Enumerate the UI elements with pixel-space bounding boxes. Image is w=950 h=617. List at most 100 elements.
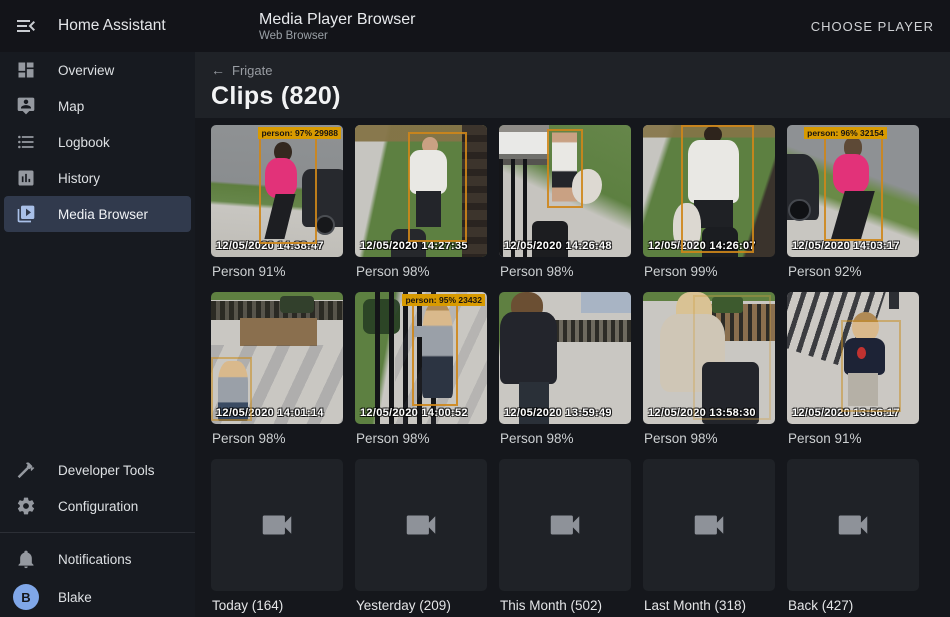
clips-grid: person: 97% 29988 12/05/2020 14:38:47 Pe… [195, 118, 950, 614]
clip-thumbnail[interactable]: 12/05/2020 14:01:14 [211, 292, 343, 424]
folder-thumbnail[interactable] [355, 459, 487, 591]
clip-tile[interactable]: 12/05/2020 14:26:07 Person 99% [643, 125, 775, 280]
clip-timestamp: 12/05/2020 14:26:48 [504, 240, 612, 252]
detection-bbox [412, 297, 458, 405]
clip-thumbnail[interactable]: 12/05/2020 14:27:35 [355, 125, 487, 257]
folder-tile-this-month[interactable]: This Month (502) [499, 459, 631, 614]
detection-bbox [681, 125, 754, 253]
folder-label: Today (164) [212, 598, 343, 614]
folder-tile-today[interactable]: Today (164) [211, 459, 343, 614]
clip-thumbnail[interactable]: person: 95% 23432 12/05/2020 14:00:52 [355, 292, 487, 424]
clip-tile[interactable]: 12/05/2020 13:58:30 Person 98% [643, 292, 775, 447]
folder-label: Last Month (318) [644, 598, 775, 614]
sidebar-item-label: History [58, 171, 100, 186]
clip-thumbnail[interactable]: 12/05/2020 13:59:49 [499, 292, 631, 424]
top-app-bar: Home Assistant Media Player Browser Web … [0, 0, 950, 52]
clip-label: Person 98% [356, 264, 487, 280]
folder-tile-last-month[interactable]: Last Month (318) [643, 459, 775, 614]
clip-thumbnail-art [787, 292, 919, 424]
clip-tile[interactable]: 12/05/2020 13:59:49 Person 98% [499, 292, 631, 447]
breadcrumb-back[interactable]: ← Frigate [211, 62, 272, 78]
sidebar-item-label: Media Browser [58, 207, 148, 222]
clip-thumbnail[interactable]: 12/05/2020 13:56:17 [787, 292, 919, 424]
clip-timestamp: 12/05/2020 14:00:52 [360, 407, 468, 419]
media-browser-header: ← Frigate Clips (820) [195, 52, 950, 118]
folder-thumbnail[interactable] [787, 459, 919, 591]
video-camera-icon [690, 506, 728, 544]
clip-thumbnail-art [643, 292, 775, 424]
clip-tile[interactable]: 12/05/2020 14:27:35 Person 98% [355, 125, 487, 280]
clip-thumbnail[interactable]: 12/05/2020 14:26:48 [499, 125, 631, 257]
detection-bbox [693, 295, 771, 420]
clip-thumbnail[interactable]: person: 97% 29988 12/05/2020 14:38:47 [211, 125, 343, 257]
clip-tile[interactable]: person: 97% 29988 12/05/2020 14:38:47 Pe… [211, 125, 343, 280]
detection-chip: person: 97% 29988 [258, 127, 341, 139]
detection-chip: person: 96% 32154 [804, 127, 887, 139]
menu-open-icon [14, 14, 38, 38]
sidebar-spacer [0, 232, 195, 452]
sidebar-item-configuration[interactable]: Configuration [4, 488, 191, 524]
detection-bbox [841, 320, 900, 412]
clip-tile[interactable]: person: 96% 32154 12/05/2020 14:03:17 Pe… [787, 125, 919, 280]
scene-shape [211, 301, 343, 319]
detection-chip: person: 95% 23432 [402, 294, 485, 306]
clip-thumbnail-art [499, 125, 631, 257]
sidebar-item-media-browser[interactable]: Media Browser [4, 196, 191, 232]
folder-label: Back (427) [788, 598, 919, 614]
clip-tile[interactable]: 12/05/2020 13:56:17 Person 91% [787, 292, 919, 447]
history-chart-icon [16, 168, 36, 188]
folder-thumbnail[interactable] [499, 459, 631, 591]
clip-thumbnail[interactable]: 12/05/2020 13:58:30 [643, 292, 775, 424]
clip-timestamp: 12/05/2020 13:59:49 [504, 407, 612, 419]
clips-title: Clips (820) [211, 82, 950, 111]
scene-shape [315, 215, 335, 235]
sidebar-item-map[interactable]: Map [4, 88, 191, 124]
detection-bbox [408, 132, 467, 243]
clip-tile[interactable]: person: 95% 23432 12/05/2020 14:00:52 Pe… [355, 292, 487, 447]
sidebar-item-user[interactable]: B Blake [4, 577, 191, 617]
clip-thumbnail-art [211, 125, 343, 257]
avatar: B [13, 584, 39, 610]
bell-icon [16, 549, 36, 569]
folder-thumbnail[interactable] [211, 459, 343, 591]
sidebar-item-label: Notifications [58, 552, 132, 567]
sidebar-item-logbook[interactable]: Logbook [4, 124, 191, 160]
page-header: Media Player Browser Web Browser [259, 10, 416, 43]
home-assistant-app: Home Assistant Media Player Browser Web … [0, 0, 950, 617]
folder-tile-yesterday[interactable]: Yesterday (209) [355, 459, 487, 614]
sidebar-item-label: Logbook [58, 135, 110, 150]
folder-thumbnail[interactable] [643, 459, 775, 591]
sidebar-item-label: Overview [58, 63, 114, 78]
scene-shape [788, 199, 810, 221]
clip-tile[interactable]: 12/05/2020 14:01:14 Person 98% [211, 292, 343, 447]
user-name: Blake [58, 590, 92, 605]
choose-player-button[interactable]: CHOOSE PLAYER [811, 19, 934, 34]
video-camera-icon [546, 506, 584, 544]
clip-label: Person 98% [212, 431, 343, 447]
back-arrow-icon: ← [211, 62, 225, 78]
clip-tile[interactable]: 12/05/2020 14:26:48 Person 98% [499, 125, 631, 280]
sidebar-header: Home Assistant [0, 0, 195, 52]
gear-icon [16, 496, 36, 516]
map-account-icon [16, 96, 36, 116]
menu-toggle-button[interactable] [14, 14, 38, 38]
clip-label: Person 98% [500, 431, 631, 447]
clip-label: Person 91% [788, 431, 919, 447]
sidebar-item-history[interactable]: History [4, 160, 191, 196]
sidebar-item-overview[interactable]: Overview [4, 52, 191, 88]
scene-shape [889, 292, 900, 309]
sidebar-item-label: Configuration [58, 499, 138, 514]
sidebar-item-developer-tools[interactable]: Developer Tools [4, 452, 191, 488]
view-dashboard-icon [16, 60, 36, 80]
page-title: Media Player Browser [259, 10, 416, 29]
video-camera-icon [258, 506, 296, 544]
scene-shape [240, 318, 317, 346]
clips-row-1: person: 97% 29988 12/05/2020 14:38:47 Pe… [211, 125, 934, 280]
page-subtitle: Web Browser [259, 29, 416, 43]
clip-label: Person 91% [212, 264, 343, 280]
clip-thumbnail[interactable]: person: 96% 32154 12/05/2020 14:03:17 [787, 125, 919, 257]
sidebar-item-notifications[interactable]: Notifications [4, 541, 191, 577]
clip-thumbnail[interactable]: 12/05/2020 14:26:07 [643, 125, 775, 257]
folder-tile-back[interactable]: Back (427) [787, 459, 919, 614]
clip-label: Person 98% [644, 431, 775, 447]
